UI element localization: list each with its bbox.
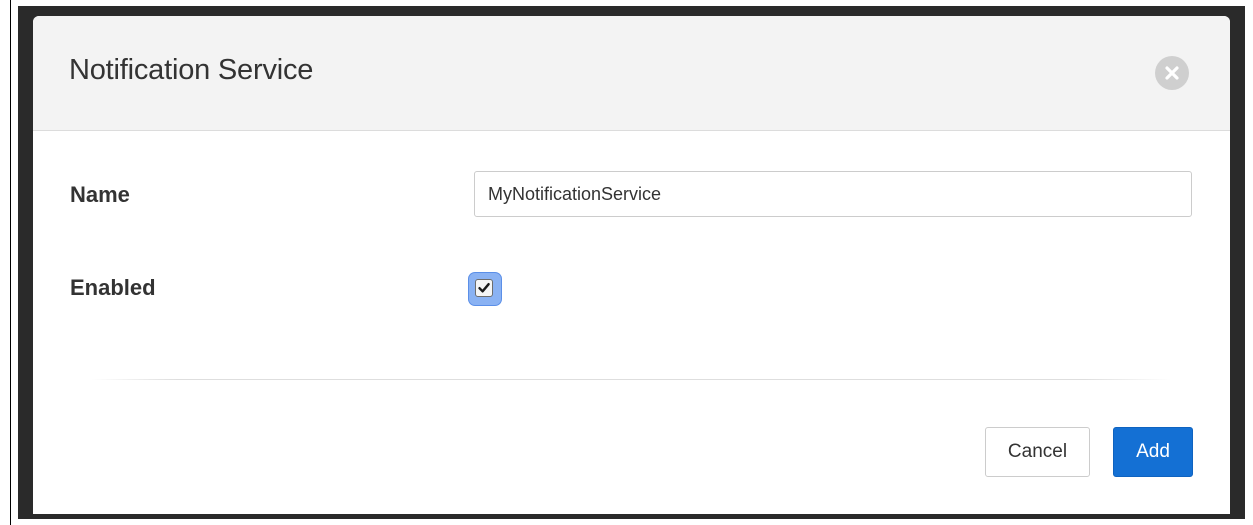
enabled-label: Enabled: [70, 275, 156, 300]
close-button[interactable]: [1155, 56, 1189, 90]
dialog-title: Notification Service: [69, 54, 314, 86]
checkmark-icon: [478, 283, 490, 293]
cancel-button[interactable]: Cancel: [985, 427, 1090, 477]
window-edge: [10, 0, 11, 525]
checkbox-box: [475, 279, 493, 297]
enabled-checkbox[interactable]: [469, 273, 501, 305]
add-button[interactable]: Add: [1113, 427, 1193, 477]
notification-service-dialog: Notification Service Name Enabled Cancel…: [33, 16, 1230, 514]
footer-divider: [91, 379, 1171, 380]
name-label: Name: [70, 182, 130, 207]
screen: Notification Service Name Enabled Cancel…: [0, 0, 1253, 525]
dialog-header: Notification Service: [33, 16, 1230, 131]
name-input[interactable]: [474, 171, 1192, 217]
close-icon: [1165, 66, 1179, 80]
